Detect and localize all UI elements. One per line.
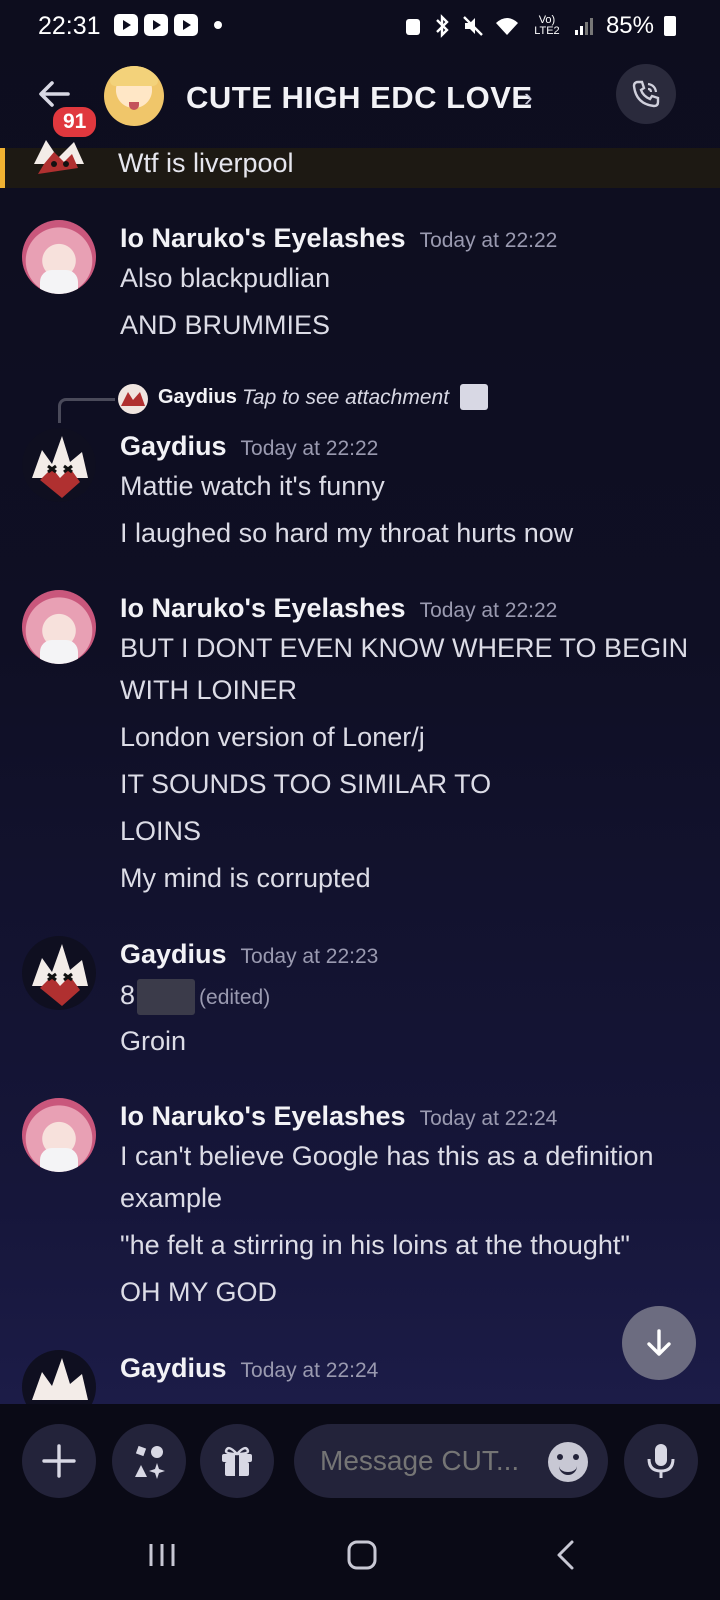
alarm-lock-icon [405, 19, 420, 35]
message-text: 8 [120, 980, 136, 1011]
phone-icon [632, 80, 660, 108]
avatar[interactable] [22, 428, 96, 502]
network-label: Vo) LTE2 [534, 14, 560, 37]
message-line: My mind is corrupted [120, 863, 371, 893]
youtube-icon [174, 14, 198, 36]
battery-icon [664, 16, 676, 36]
jump-to-latest-button[interactable] [622, 1306, 696, 1380]
message-text: Wtf is liverpool [118, 148, 294, 178]
message-line: 8 (edited) [120, 979, 270, 1015]
reply-connector [58, 398, 115, 423]
spoiler-block[interactable] [137, 979, 196, 1015]
back-button[interactable] [536, 1530, 596, 1580]
timestamp: Today at 22:24 [240, 1359, 379, 1382]
timestamp: Today at 22:22 [240, 437, 379, 460]
voice-call-button[interactable] [616, 64, 676, 124]
channel-header: 91 CUTE HIGH EDC LOVE › [0, 52, 720, 150]
avatar[interactable] [22, 936, 96, 1010]
message-line: IT SOUNDS TOO SIMILAR TO [120, 769, 492, 799]
status-time: 22:31 [38, 12, 101, 40]
author-label: Gaydius [120, 431, 227, 461]
author-label: Gaydius [120, 1353, 227, 1383]
author-label: Io Naruko's Eyelashes [120, 223, 406, 253]
author-label: Io Naruko's Eyelashes [120, 1101, 406, 1131]
add-attachment-button[interactable] [22, 1424, 96, 1498]
emoji-icon[interactable] [548, 1442, 588, 1482]
notification-icons [114, 14, 222, 36]
recents-icon [149, 1544, 175, 1566]
back-chevron-icon [557, 1540, 574, 1570]
mute-icon [463, 16, 483, 36]
message-line: Mattie watch it's funny [120, 471, 385, 501]
home-icon [347, 1540, 377, 1570]
message-line: WITH LOINER [120, 675, 298, 705]
gift-button[interactable] [200, 1424, 274, 1498]
avatar[interactable] [22, 590, 96, 664]
timestamp: Today at 22:23 [240, 945, 379, 968]
system-status-icons: Vo) LTE2 85% [404, 12, 676, 40]
message-composer [0, 1404, 720, 1512]
bluetooth-icon [436, 14, 449, 38]
highlighted-message[interactable]: Wtf is liverpool [0, 140, 720, 188]
author-label: Gaydius [120, 939, 227, 969]
youtube-icon [114, 14, 138, 36]
server-name[interactable]: CUTE HIGH EDC LOVE [186, 80, 533, 116]
message-line: LOINS [120, 816, 202, 846]
apps-icon [135, 1445, 165, 1479]
apps-button[interactable] [112, 1424, 186, 1498]
avatar[interactable] [22, 220, 96, 294]
system-navigation-bar [0, 1512, 720, 1600]
author-label: Io Naruko's Eyelashes [120, 593, 406, 623]
timestamp: Today at 22:24 [419, 1107, 558, 1130]
voice-message-button[interactable] [624, 1424, 698, 1498]
server-avatar[interactable] [104, 66, 164, 126]
image-icon [460, 384, 488, 410]
message-group[interactable]: Gaydius Today at 22:24 [0, 1350, 720, 1404]
arrow-down-icon [647, 1329, 671, 1356]
author-name[interactable]: Io Naruko's Eyelashes Today at 22:24 [120, 1101, 557, 1132]
gift-icon [222, 1446, 252, 1476]
signal-icon [574, 18, 593, 35]
reply-author[interactable]: Gaydius [158, 386, 237, 409]
message-line: BUT I DONT EVEN KNOW WHERE TO BEGIN [120, 633, 689, 663]
timestamp: Today at 22:22 [419, 229, 558, 252]
home-button[interactable] [332, 1530, 392, 1580]
author-name[interactable]: Gaydius Today at 22:22 [120, 431, 378, 462]
plus-icon [42, 1444, 76, 1478]
microphone-icon [647, 1444, 675, 1478]
chevron-right-icon[interactable]: › [524, 82, 533, 113]
message-line: AND BRUMMIES [120, 310, 331, 340]
reply-preview[interactable]: Tap to see attachment [242, 386, 449, 410]
edited-label: (edited) [199, 986, 271, 1010]
message-line: "he felt a stirring in his loins at the … [120, 1230, 630, 1260]
wifi-icon [495, 18, 518, 35]
author-name[interactable]: Io Naruko's Eyelashes Today at 22:22 [120, 223, 557, 254]
avatar [24, 124, 96, 188]
message-line: I can't believe Google has this as a def… [120, 1141, 654, 1171]
gallery-icon [144, 14, 168, 36]
message-line: example [120, 1183, 223, 1213]
message-line: Also blackpudlian [120, 263, 331, 293]
author-name[interactable]: Gaydius Today at 22:23 [120, 939, 378, 970]
author-name[interactable]: Io Naruko's Eyelashes Today at 22:22 [120, 593, 557, 624]
avatar[interactable] [22, 1350, 96, 1404]
status-bar: 22:31 Vo) LTE2 85% [0, 0, 720, 52]
recent-apps-button[interactable] [132, 1530, 192, 1580]
timestamp: Today at 22:22 [419, 599, 558, 622]
message-line: OH MY GOD [120, 1277, 278, 1307]
message-line: Groin [120, 1026, 187, 1056]
more-notifications-dot-icon [214, 21, 222, 29]
avatar[interactable] [22, 1098, 96, 1172]
message-line: I laughed so hard my throat hurts now [120, 518, 574, 548]
reply-avatar [118, 384, 148, 414]
message-line: London version of Loner/j [120, 722, 425, 752]
battery-percent: 85% [605, 12, 654, 39]
author-name[interactable]: Gaydius Today at 22:24 [120, 1353, 378, 1384]
